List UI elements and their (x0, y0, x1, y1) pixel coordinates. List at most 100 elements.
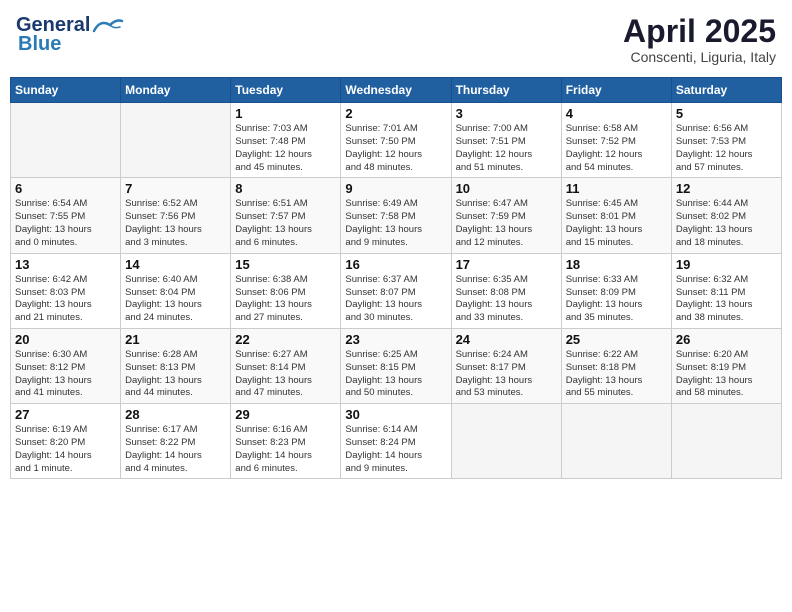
day-info: Sunrise: 6:33 AM Sunset: 8:09 PM Dayligh… (566, 274, 667, 325)
calendar-cell: 19 Sunrise: 6:32 AM Sunset: 8:11 PM Dayli… (671, 253, 781, 328)
day-number: 21 (125, 332, 226, 347)
day-number: 6 (15, 181, 116, 196)
day-number: 9 (345, 181, 446, 196)
calendar-cell: 27 Sunrise: 6:19 AM Sunset: 8:20 PM Dayli… (11, 404, 121, 479)
day-number: 17 (456, 257, 557, 272)
calendar-cell: 30Sunrise: 6:14 AM Sunset: 8:24 PM Dayli… (341, 404, 451, 479)
day-info: Sunrise: 6:38 AM Sunset: 8:06 PM Dayligh… (235, 274, 336, 325)
day-number: 26 (676, 332, 777, 347)
calendar-cell (11, 103, 121, 178)
day-number: 7 (125, 181, 226, 196)
day-number: 23 (345, 332, 446, 347)
logo-blue: Blue (18, 33, 61, 56)
calendar-cell (121, 103, 231, 178)
calendar-cell: 2 Sunrise: 7:01 AM Sunset: 7:50 PM Daylig… (341, 103, 451, 178)
day-number: 12 (676, 181, 777, 196)
calendar-cell: 9 Sunrise: 6:49 AM Sunset: 7:58 PM Daylig… (341, 178, 451, 253)
calendar-cell: 24Sunrise: 6:24 AM Sunset: 8:17 PM Dayli… (451, 328, 561, 403)
calendar-cell: 23 Sunrise: 6:25 AM Sunset: 8:15 PM Dayli… (341, 328, 451, 403)
logo-bird-icon (92, 17, 124, 35)
day-info: Sunrise: 6:19 AM Sunset: 8:20 PM Dayligh… (15, 424, 116, 475)
day-info: Sunrise: 6:28 AM Sunset: 8:13 PM Dayligh… (125, 349, 226, 400)
calendar-cell: 21 Sunrise: 6:28 AM Sunset: 8:13 PM Dayli… (121, 328, 231, 403)
calendar-cell: 26Sunrise: 6:20 AM Sunset: 8:19 PM Dayli… (671, 328, 781, 403)
calendar-cell: 15Sunrise: 6:38 AM Sunset: 8:06 PM Dayli… (231, 253, 341, 328)
weekday-header-monday: Monday (121, 78, 231, 103)
weekday-header-friday: Friday (561, 78, 671, 103)
day-number: 27 (15, 407, 116, 422)
day-number: 20 (15, 332, 116, 347)
calendar-cell: 11 Sunrise: 6:45 AM Sunset: 8:01 PM Dayli… (561, 178, 671, 253)
calendar-cell: 28 Sunrise: 6:17 AM Sunset: 8:22 PM Dayli… (121, 404, 231, 479)
calendar-cell: 3 Sunrise: 7:00 AM Sunset: 7:51 PM Daylig… (451, 103, 561, 178)
calendar-week-row: 1Sunrise: 7:03 AM Sunset: 7:48 PM Daylig… (11, 103, 782, 178)
calendar-cell: 16 Sunrise: 6:37 AM Sunset: 8:07 PM Dayli… (341, 253, 451, 328)
day-info: Sunrise: 6:30 AM Sunset: 8:12 PM Dayligh… (15, 349, 116, 400)
day-info: Sunrise: 6:42 AM Sunset: 8:03 PM Dayligh… (15, 274, 116, 325)
day-number: 14 (125, 257, 226, 272)
day-number: 8 (235, 181, 336, 196)
day-number: 16 (345, 257, 446, 272)
calendar-cell: 12 Sunrise: 6:44 AM Sunset: 8:02 PM Dayli… (671, 178, 781, 253)
day-number: 25 (566, 332, 667, 347)
calendar-cell (561, 404, 671, 479)
calendar-cell: 4 Sunrise: 6:58 AM Sunset: 7:52 PM Daylig… (561, 103, 671, 178)
day-info: Sunrise: 6:45 AM Sunset: 8:01 PM Dayligh… (566, 198, 667, 249)
day-info: Sunrise: 6:22 AM Sunset: 8:18 PM Dayligh… (566, 349, 667, 400)
calendar-cell: 1Sunrise: 7:03 AM Sunset: 7:48 PM Daylig… (231, 103, 341, 178)
header: General Blue April 2025 Conscenti, Ligur… (10, 10, 782, 69)
calendar-cell: 29Sunrise: 6:16 AM Sunset: 8:23 PM Dayli… (231, 404, 341, 479)
calendar-cell: 14Sunrise: 6:40 AM Sunset: 8:04 PM Dayli… (121, 253, 231, 328)
calendar-cell: 22 Sunrise: 6:27 AM Sunset: 8:14 PM Dayli… (231, 328, 341, 403)
day-info: Sunrise: 6:44 AM Sunset: 8:02 PM Dayligh… (676, 198, 777, 249)
day-number: 4 (566, 106, 667, 121)
day-number: 10 (456, 181, 557, 196)
weekday-header-tuesday: Tuesday (231, 78, 341, 103)
day-info: Sunrise: 6:52 AM Sunset: 7:56 PM Dayligh… (125, 198, 226, 249)
calendar-cell: 5Sunrise: 6:56 AM Sunset: 7:53 PM Daylig… (671, 103, 781, 178)
day-info: Sunrise: 6:51 AM Sunset: 7:57 PM Dayligh… (235, 198, 336, 249)
title-block: April 2025 Conscenti, Liguria, Italy (623, 14, 776, 65)
day-info: Sunrise: 6:25 AM Sunset: 8:15 PM Dayligh… (345, 349, 446, 400)
day-number: 24 (456, 332, 557, 347)
day-info: Sunrise: 6:49 AM Sunset: 7:58 PM Dayligh… (345, 198, 446, 249)
day-info: Sunrise: 6:27 AM Sunset: 8:14 PM Dayligh… (235, 349, 336, 400)
day-info: Sunrise: 7:01 AM Sunset: 7:50 PM Dayligh… (345, 123, 446, 174)
day-number: 22 (235, 332, 336, 347)
day-info: Sunrise: 7:03 AM Sunset: 7:48 PM Dayligh… (235, 123, 336, 174)
calendar-week-row: 20 Sunrise: 6:30 AM Sunset: 8:12 PM Dayli… (11, 328, 782, 403)
day-info: Sunrise: 6:37 AM Sunset: 8:07 PM Dayligh… (345, 274, 446, 325)
day-number: 2 (345, 106, 446, 121)
calendar-cell (671, 404, 781, 479)
logo: General Blue (16, 14, 124, 56)
calendar-cell (451, 404, 561, 479)
day-info: Sunrise: 7:00 AM Sunset: 7:51 PM Dayligh… (456, 123, 557, 174)
weekday-header-thursday: Thursday (451, 78, 561, 103)
day-info: Sunrise: 6:58 AM Sunset: 7:52 PM Dayligh… (566, 123, 667, 174)
day-number: 3 (456, 106, 557, 121)
day-number: 30 (345, 407, 446, 422)
day-info: Sunrise: 6:32 AM Sunset: 8:11 PM Dayligh… (676, 274, 777, 325)
day-number: 11 (566, 181, 667, 196)
calendar-cell: 17Sunrise: 6:35 AM Sunset: 8:08 PM Dayli… (451, 253, 561, 328)
day-number: 13 (15, 257, 116, 272)
calendar-week-row: 27 Sunrise: 6:19 AM Sunset: 8:20 PM Dayli… (11, 404, 782, 479)
page: General Blue April 2025 Conscenti, Ligur… (0, 0, 792, 612)
day-info: Sunrise: 6:47 AM Sunset: 7:59 PM Dayligh… (456, 198, 557, 249)
day-number: 5 (676, 106, 777, 121)
calendar-cell: 25 Sunrise: 6:22 AM Sunset: 8:18 PM Dayli… (561, 328, 671, 403)
calendar-week-row: 13 Sunrise: 6:42 AM Sunset: 8:03 PM Dayli… (11, 253, 782, 328)
day-info: Sunrise: 6:17 AM Sunset: 8:22 PM Dayligh… (125, 424, 226, 475)
calendar-cell: 13 Sunrise: 6:42 AM Sunset: 8:03 PM Dayli… (11, 253, 121, 328)
weekday-header-wednesday: Wednesday (341, 78, 451, 103)
day-info: Sunrise: 6:16 AM Sunset: 8:23 PM Dayligh… (235, 424, 336, 475)
calendar-cell: 6 Sunrise: 6:54 AM Sunset: 7:55 PM Daylig… (11, 178, 121, 253)
weekday-header-sunday: Sunday (11, 78, 121, 103)
day-number: 19 (676, 257, 777, 272)
day-number: 28 (125, 407, 226, 422)
day-info: Sunrise: 6:54 AM Sunset: 7:55 PM Dayligh… (15, 198, 116, 249)
calendar-cell: 7 Sunrise: 6:52 AM Sunset: 7:56 PM Daylig… (121, 178, 231, 253)
day-number: 18 (566, 257, 667, 272)
month-title: April 2025 (623, 14, 776, 49)
calendar-cell: 10 Sunrise: 6:47 AM Sunset: 7:59 PM Dayli… (451, 178, 561, 253)
